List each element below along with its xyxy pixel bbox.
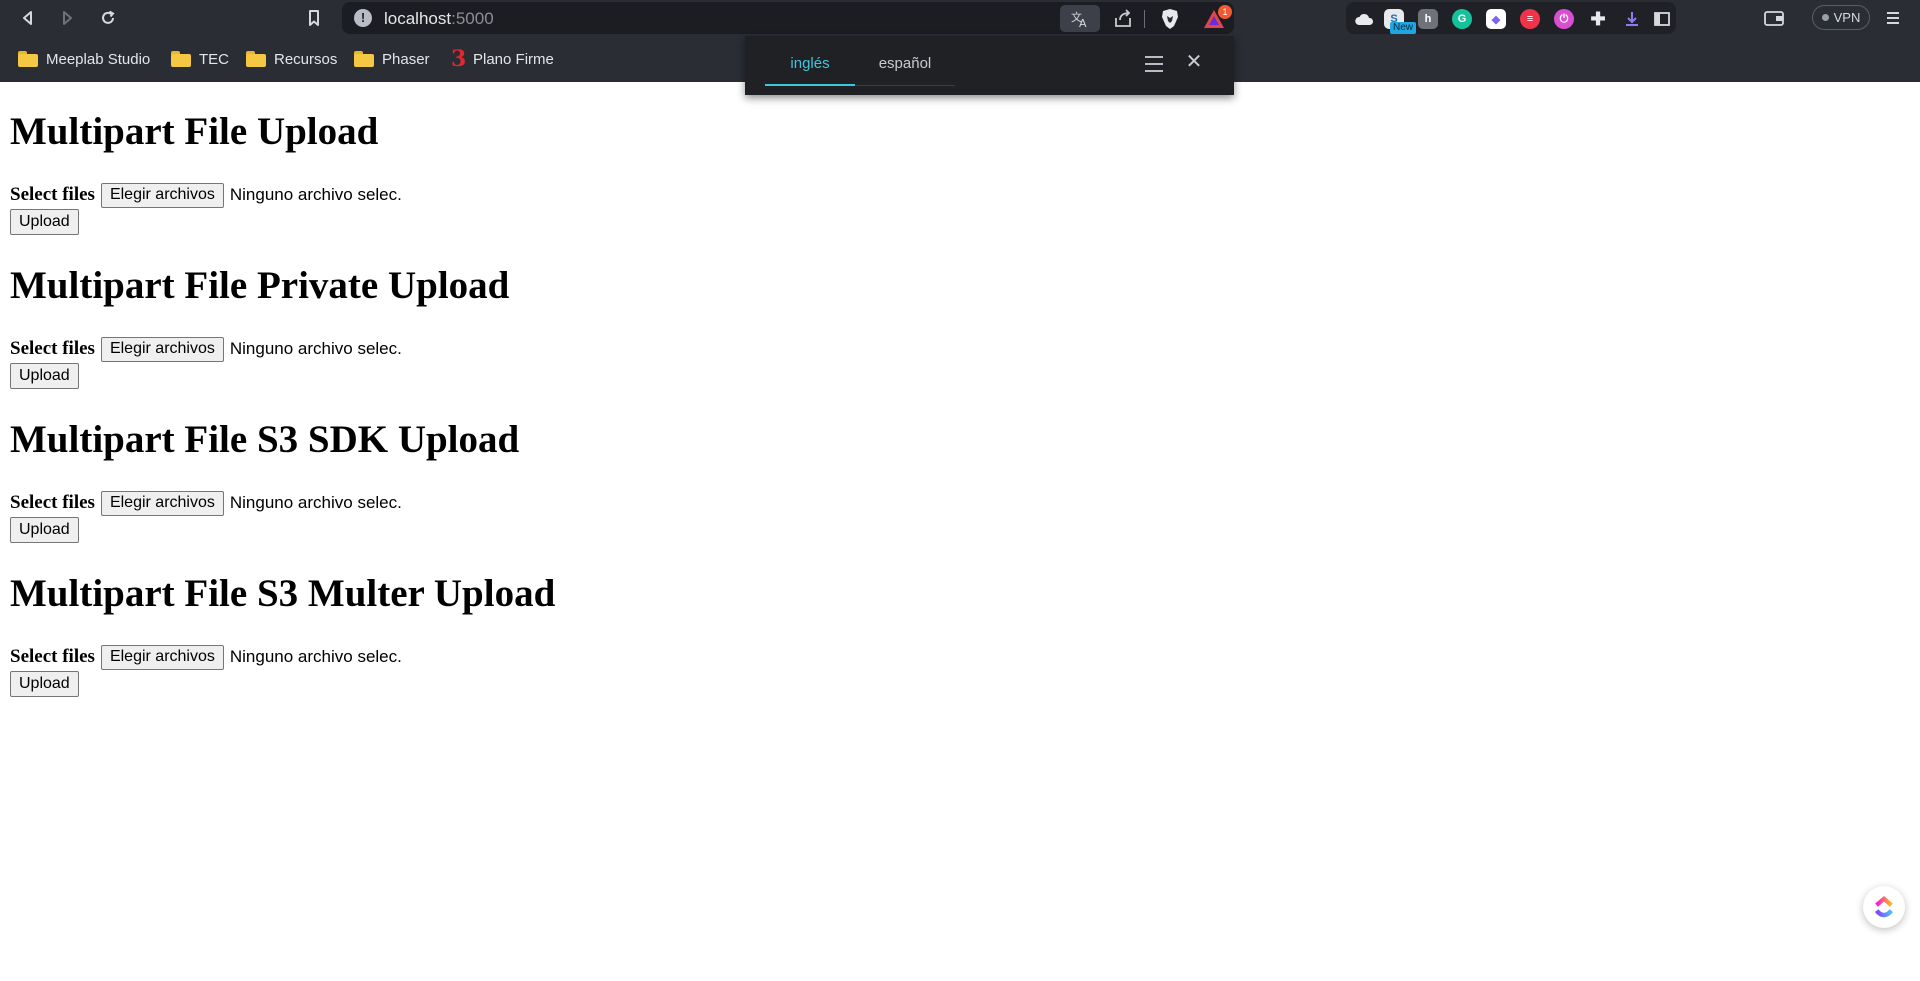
folder-icon <box>246 51 266 67</box>
file-status-text: Ninguno archivo selec. <box>229 493 402 512</box>
brave-shields-icon[interactable] <box>1160 8 1180 30</box>
address-divider <box>1144 10 1145 28</box>
choose-files-button[interactable]: Elegir archivos <box>100 490 224 516</box>
clickup-floating-button[interactable] <box>1863 886 1905 928</box>
main-menu-icon[interactable] <box>1882 7 1904 29</box>
rewards-badge: 1 <box>1218 5 1232 19</box>
bookmark-label: Plano Firme <box>473 50 554 68</box>
bookmark-label: TEC <box>199 50 229 68</box>
reload-icon <box>102 10 115 24</box>
upload-button[interactable]: Upload <box>10 209 79 235</box>
power-extension-icon[interactable]: ⏻ <box>1554 9 1574 29</box>
private-upload-section: Multipart File Private Upload Select fil… <box>10 236 1910 390</box>
address-bar[interactable]: ! localhost:5000 文A 1 <box>342 2 1234 34</box>
choose-files-button[interactable]: Elegir archivos <box>100 336 224 362</box>
bookmark-label: Recursos <box>274 50 338 68</box>
select-files-label: Select files <box>10 184 95 205</box>
s3-sdk-upload-section: Multipart File S3 SDK Upload Select file… <box>10 390 1910 544</box>
upload-button[interactable]: Upload <box>10 363 79 389</box>
section-title: Multipart File Upload <box>10 110 379 153</box>
downloads-icon[interactable] <box>1622 9 1642 29</box>
select-files-label: Select files <box>10 646 95 667</box>
select-files-label: Select files <box>10 338 95 359</box>
bookmark-phaser[interactable]: Phaser <box>354 48 430 70</box>
upload-button[interactable]: Upload <box>10 517 79 543</box>
section-title: Multipart File S3 Multer Upload <box>10 572 556 615</box>
file-select-row: Select files Elegir archivos Ninguno arc… <box>10 644 402 670</box>
grammarly-extension-icon[interactable]: G <box>1452 9 1472 29</box>
translate-close-icon[interactable]: ✕ <box>1183 51 1205 73</box>
section-title: Multipart File S3 SDK Upload <box>10 418 520 461</box>
plano-firme-favicon-icon: 3 <box>451 46 467 72</box>
vpn-label: VPN <box>1833 10 1861 25</box>
folder-icon <box>18 51 38 67</box>
bookmark-page-button[interactable] <box>300 4 328 32</box>
file-select-row: Select files Elegir archivos Ninguno arc… <box>10 182 402 208</box>
cloud-extension-icon[interactable] <box>1354 9 1374 29</box>
bookmark-label: Meeplab Studio <box>46 50 151 68</box>
vpn-button[interactable]: VPN <box>1812 5 1870 30</box>
clickup-extension-icon[interactable]: ◆ <box>1486 9 1506 29</box>
file-status-text: Ninguno archivo selec. <box>229 339 402 358</box>
new-extension-tag: New <box>1390 22 1417 34</box>
vpn-status-dot <box>1821 14 1829 21</box>
bookmark-icon <box>309 10 319 26</box>
folder-icon <box>354 51 374 67</box>
reload-button[interactable] <box>94 4 122 32</box>
forward-button[interactable] <box>53 4 81 32</box>
upload-section: Multipart File Upload Select files Elegi… <box>10 82 1910 236</box>
translate-tab-ingles[interactable]: inglés <box>765 36 855 86</box>
svg-text:A: A <box>1079 17 1087 28</box>
bookmark-recursos[interactable]: Recursos <box>246 48 337 70</box>
clickup-logo-icon <box>1875 896 1893 918</box>
translate-icon[interactable]: 文A <box>1060 5 1100 32</box>
site-info-icon[interactable]: ! <box>354 9 372 27</box>
section-title: Multipart File Private Upload <box>10 264 510 307</box>
forward-icon <box>63 11 72 25</box>
sidebar-toggle-icon[interactable] <box>1652 9 1672 29</box>
choose-files-button[interactable]: Elegir archivos <box>100 182 224 208</box>
upload-button[interactable]: Upload <box>10 671 79 697</box>
todoist-extension-icon[interactable]: ≡ <box>1520 9 1540 29</box>
translate-options-icon[interactable] <box>1145 56 1163 72</box>
page-content: Multipart File Upload Select files Elegi… <box>10 82 1910 698</box>
bookmark-label: Phaser <box>382 50 430 68</box>
bookmark-plano-firme[interactable]: 3 Plano Firme <box>451 48 554 70</box>
bookmark-meeplab-studio[interactable]: Meeplab Studio <box>18 48 150 70</box>
browser-toolbar: ! localhost:5000 文A 1 S h G ◆ ≡ ⏻ ✚ New … <box>0 0 1920 36</box>
select-files-label: Select files <box>10 492 95 513</box>
file-status-text: Ninguno archivo selec. <box>229 647 402 666</box>
extensions-puzzle-icon[interactable]: ✚ <box>1588 9 1608 29</box>
back-icon <box>23 11 32 25</box>
url-text[interactable]: localhost:5000 <box>384 9 494 29</box>
file-status-text: Ninguno archivo selec. <box>229 185 402 204</box>
choose-files-button[interactable]: Elegir archivos <box>100 644 224 670</box>
file-select-row: Select files Elegir archivos Ninguno arc… <box>10 336 402 362</box>
translate-tab-espanol[interactable]: español <box>855 36 955 86</box>
wallet-icon[interactable] <box>1763 7 1785 29</box>
back-button[interactable] <box>14 4 42 32</box>
share-icon[interactable] <box>1112 8 1134 30</box>
file-select-row: Select files Elegir archivos Ninguno arc… <box>10 490 402 516</box>
bookmark-tec[interactable]: TEC <box>171 48 229 70</box>
hubstaff-extension-icon[interactable]: h <box>1418 9 1438 29</box>
s3-multer-upload-section: Multipart File S3 Multer Upload Select f… <box>10 544 1910 698</box>
folder-icon <box>171 51 191 67</box>
